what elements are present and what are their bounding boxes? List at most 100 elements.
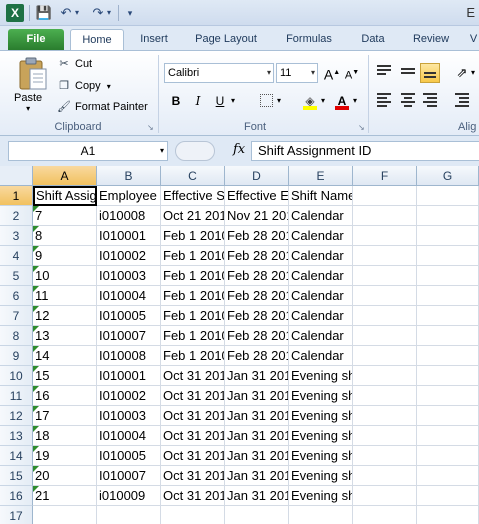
save-icon[interactable]: 💾 [34,4,54,22]
cell-d5[interactable]: Feb 28 2010 [225,266,289,286]
tab-page-layout[interactable]: Page Layout [190,29,262,50]
cell-e7[interactable]: Calendar [289,306,353,326]
formula-input[interactable]: Shift Assignment ID [251,141,479,161]
row-header-16[interactable]: 16 [0,486,33,506]
font-color-dropdown-icon[interactable]: ▾ [350,91,360,111]
cell-g8[interactable] [417,326,479,346]
cell-g2[interactable] [417,206,479,226]
cell-d6[interactable]: Feb 28 2010 [225,286,289,306]
cell-f2[interactable] [353,206,417,226]
cell-g6[interactable] [417,286,479,306]
cell-a3[interactable]: 8 [33,226,97,246]
cell-c13[interactable]: Oct 31 2010 [161,426,225,446]
cell-c7[interactable]: Feb 1 2010 [161,306,225,326]
row-header-2[interactable]: 2 [0,206,33,226]
cell-f1[interactable] [353,186,417,206]
row-header-11[interactable]: 11 [0,386,33,406]
cell-b8[interactable]: I010007 [97,326,161,346]
borders-dropdown-icon[interactable]: ▾ [274,91,284,111]
cell-e6[interactable]: Calendar [289,286,353,306]
cell-e12[interactable]: Evening shift [289,406,353,426]
cell-f7[interactable] [353,306,417,326]
cell-g12[interactable] [417,406,479,426]
cell-f16[interactable] [353,486,417,506]
column-header-e[interactable]: E [289,166,353,186]
cell-c14[interactable]: Oct 31 2010 [161,446,225,466]
paste-icon[interactable] [18,57,48,91]
cell-e13[interactable]: Evening shift [289,426,353,446]
decrease-indent-icon[interactable] [452,91,472,111]
cell-b16[interactable]: i010009 [97,486,161,506]
cell-b14[interactable]: I010005 [97,446,161,466]
cell-d17[interactable] [225,506,289,524]
cell-e4[interactable]: Calendar [289,246,353,266]
cell-a7[interactable]: 12 [33,306,97,326]
cell-d7[interactable]: Feb 28 2010 [225,306,289,326]
align-right-icon[interactable] [420,91,440,111]
excel-logo-icon[interactable]: X [6,4,24,22]
bold-icon[interactable]: B [166,91,186,111]
cell-e3[interactable]: Calendar [289,226,353,246]
cell-b13[interactable]: I010004 [97,426,161,446]
cell-g1[interactable] [417,186,479,206]
cell-f17[interactable] [353,506,417,524]
cell-b12[interactable]: I010003 [97,406,161,426]
name-box-dropdown-icon[interactable]: ▾ [160,142,164,160]
font-size-select[interactable]: 11 ▾ [276,63,318,83]
cell-g7[interactable] [417,306,479,326]
row-header-7[interactable]: 7 [0,306,33,326]
cell-b9[interactable]: I010008 [97,346,161,366]
cell-c3[interactable]: Feb 1 2010 [161,226,225,246]
cell-d11[interactable]: Jan 31 2011 [225,386,289,406]
column-header-c[interactable]: C [161,166,225,186]
cell-g14[interactable] [417,446,479,466]
cell-c1[interactable]: Effective Start [161,186,225,206]
name-box[interactable]: A1 ▾ [8,141,168,161]
cell-a12[interactable]: 17 [33,406,97,426]
cell-c16[interactable]: Oct 31 2010 [161,486,225,506]
cell-b7[interactable]: I010005 [97,306,161,326]
cell-e10[interactable]: Evening shift [289,366,353,386]
cell-e15[interactable]: Evening shift [289,466,353,486]
tab-file[interactable]: File [8,29,64,50]
cell-f11[interactable] [353,386,417,406]
cell-a9[interactable]: 14 [33,346,97,366]
cut-button[interactable]: ✂ Cut [56,55,92,73]
cell-f10[interactable] [353,366,417,386]
cell-g10[interactable] [417,366,479,386]
borders-icon[interactable] [256,91,276,111]
font-name-select[interactable]: Calibri ▾ [164,63,274,83]
row-header-17[interactable]: 17 [0,506,33,524]
cell-c4[interactable]: Feb 1 2010 [161,246,225,266]
copy-button[interactable]: ❐ Copy ▾ [56,77,111,95]
underline-icon[interactable]: U [210,91,230,111]
font-name-dropdown-icon[interactable]: ▾ [267,64,271,82]
align-left-icon[interactable] [374,91,394,111]
cell-c5[interactable]: Feb 1 2010 [161,266,225,286]
cell-f8[interactable] [353,326,417,346]
cell-f5[interactable] [353,266,417,286]
cell-c10[interactable]: Oct 31 2010 [161,366,225,386]
cell-g11[interactable] [417,386,479,406]
column-header-g[interactable]: G [417,166,479,186]
cell-e16[interactable]: Evening shift [289,486,353,506]
cell-a2[interactable]: 7 [33,206,97,226]
cell-e1[interactable]: Shift Name [289,186,353,206]
cell-f12[interactable] [353,406,417,426]
cell-f14[interactable] [353,446,417,466]
row-header-15[interactable]: 15 [0,466,33,486]
cell-g13[interactable] [417,426,479,446]
cell-d15[interactable]: Jan 31 2011 [225,466,289,486]
cell-a8[interactable]: 13 [33,326,97,346]
grow-font-icon[interactable]: A▲ [322,63,342,83]
cell-a6[interactable]: 11 [33,286,97,306]
undo-dropdown-icon[interactable]: ▾ [72,4,82,22]
cell-d13[interactable]: Jan 31 2011 [225,426,289,446]
row-header-5[interactable]: 5 [0,266,33,286]
cell-g5[interactable] [417,266,479,286]
cell-f6[interactable] [353,286,417,306]
cell-e2[interactable]: Calendar [289,206,353,226]
cell-a16[interactable]: 21 [33,486,97,506]
cell-f13[interactable] [353,426,417,446]
fill-color-dropdown-icon[interactable]: ▾ [318,91,328,111]
